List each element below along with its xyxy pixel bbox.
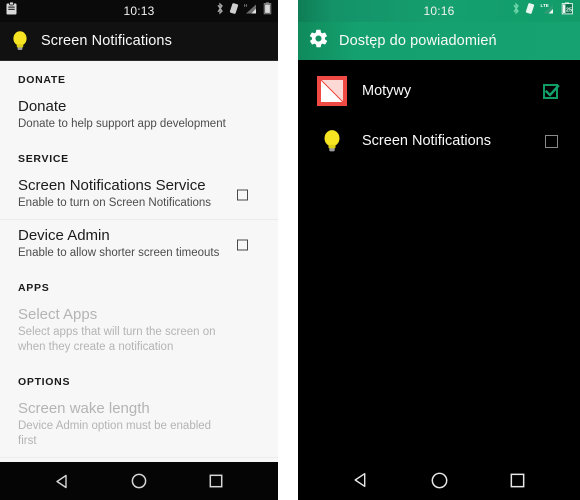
left-status-left-icons bbox=[6, 1, 17, 20]
pref-summary: Enable to turn on Screen Notifications bbox=[18, 197, 212, 209]
pref-summary: Select apps that will turn the screen on… bbox=[18, 326, 216, 353]
section-header-options: OPTIONS bbox=[18, 376, 71, 388]
left-status-right-icons: H bbox=[216, 2, 272, 20]
right-app-bar: Dostęp do powiadomień bbox=[298, 22, 580, 60]
vibrate-icon bbox=[525, 2, 535, 20]
pref-device-admin[interactable]: Device Admin Enable to allow shorter scr… bbox=[0, 219, 278, 269]
back-triangle-icon[interactable] bbox=[42, 461, 82, 500]
list-item-label: Screen Notifications bbox=[362, 133, 491, 149]
svg-text:H: H bbox=[244, 3, 247, 8]
pref-select-apps[interactable]: Select Apps Select apps that will turn t… bbox=[0, 298, 278, 363]
home-circle-icon[interactable] bbox=[119, 461, 159, 500]
home-circle-icon[interactable] bbox=[419, 460, 459, 500]
battery-icon: 25 bbox=[561, 2, 574, 20]
lightbulb-icon bbox=[316, 125, 348, 157]
lte-signal-icon: LTE bbox=[540, 2, 556, 20]
right-app-bar-title: Dostęp do powiadomień bbox=[339, 33, 497, 49]
right-phone-screen: 10:16 LTE 25 Dostęp do powiadomień Motyw… bbox=[298, 0, 580, 500]
section-header-service: SERVICE bbox=[18, 153, 69, 165]
left-status-bar: 10:13 H bbox=[0, 0, 278, 22]
gear-icon bbox=[308, 28, 329, 54]
dual-screenshot-container: 10:13 H Screen Notifications DONATE Dona… bbox=[0, 0, 580, 500]
checkbox-screen-notifications[interactable] bbox=[545, 134, 558, 148]
signal-bars-icon: H bbox=[244, 2, 258, 20]
battery-level-text: 25 bbox=[566, 8, 572, 14]
pref-summary: Donate to help support app development bbox=[18, 118, 226, 130]
back-triangle-icon[interactable] bbox=[341, 460, 381, 500]
vibrate-icon bbox=[229, 2, 239, 20]
recents-square-icon[interactable] bbox=[196, 461, 236, 500]
left-phone-screen: 10:13 H Screen Notifications DONATE Dona… bbox=[0, 0, 278, 500]
checkbox-device-admin[interactable] bbox=[237, 239, 248, 250]
clipboard-icon bbox=[6, 1, 17, 20]
pref-summary: Device Admin option must be enabled firs… bbox=[18, 420, 212, 447]
pref-screen-wake-length[interactable]: Screen wake length Device Admin option m… bbox=[0, 392, 278, 457]
pref-summary: Enable to allow shorter screen timeouts bbox=[18, 247, 220, 259]
lightbulb-icon bbox=[10, 29, 30, 53]
left-app-bar-title: Screen Notifications bbox=[41, 33, 172, 49]
notification-access-list: Motywy Screen Notifications bbox=[298, 60, 580, 166]
left-navigation-bar[interactable] bbox=[0, 462, 278, 500]
motywy-app-icon bbox=[316, 75, 348, 107]
right-status-right-icons: LTE 25 bbox=[512, 2, 574, 20]
right-status-bar: 10:16 LTE 25 bbox=[298, 0, 580, 22]
pref-screen-notifications-service[interactable]: Screen Notifications Service Enable to t… bbox=[0, 169, 278, 219]
section-header-apps: APPS bbox=[18, 282, 50, 294]
bluetooth-icon bbox=[216, 2, 224, 20]
right-navigation-bar[interactable] bbox=[298, 460, 580, 500]
pref-title: Device Admin bbox=[18, 227, 110, 244]
panel-gap bbox=[278, 0, 298, 500]
pref-title: Select Apps bbox=[18, 306, 98, 323]
left-app-bar: Screen Notifications bbox=[0, 22, 278, 60]
recents-square-icon[interactable] bbox=[497, 460, 537, 500]
left-settings-list[interactable]: DONATE Donate Donate to help support app… bbox=[0, 61, 278, 500]
pref-donate[interactable]: Donate Donate to help support app develo… bbox=[0, 90, 278, 140]
checkbox-motywy[interactable] bbox=[543, 83, 560, 99]
svg-text:LTE: LTE bbox=[541, 3, 549, 8]
battery-icon bbox=[263, 2, 272, 20]
list-item-label: Motywy bbox=[362, 83, 412, 99]
pref-title: Screen Notifications Service bbox=[18, 177, 206, 194]
list-item-screen-notifications[interactable]: Screen Notifications bbox=[298, 116, 580, 166]
checkbox-screen-notifications-service[interactable] bbox=[237, 189, 248, 200]
list-item-motywy[interactable]: Motywy bbox=[298, 66, 580, 116]
pref-title: Screen wake length bbox=[18, 400, 150, 417]
section-header-donate: DONATE bbox=[18, 74, 66, 86]
pref-title: Donate bbox=[18, 98, 67, 115]
bluetooth-icon bbox=[512, 2, 520, 20]
